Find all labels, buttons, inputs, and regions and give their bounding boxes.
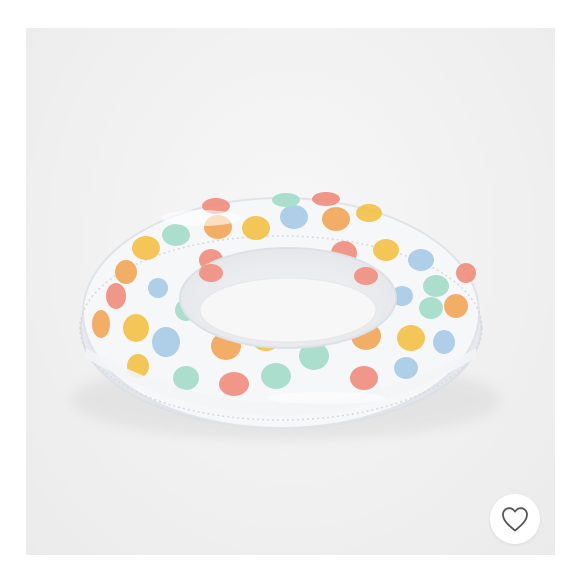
heart-outline-icon — [502, 507, 528, 532]
product-photo — [26, 28, 555, 555]
listing-photo-frame — [0, 0, 580, 580]
swim-ring-illustration — [71, 192, 501, 440]
swim-ring — [79, 192, 483, 429]
like-button[interactable] — [490, 494, 540, 544]
